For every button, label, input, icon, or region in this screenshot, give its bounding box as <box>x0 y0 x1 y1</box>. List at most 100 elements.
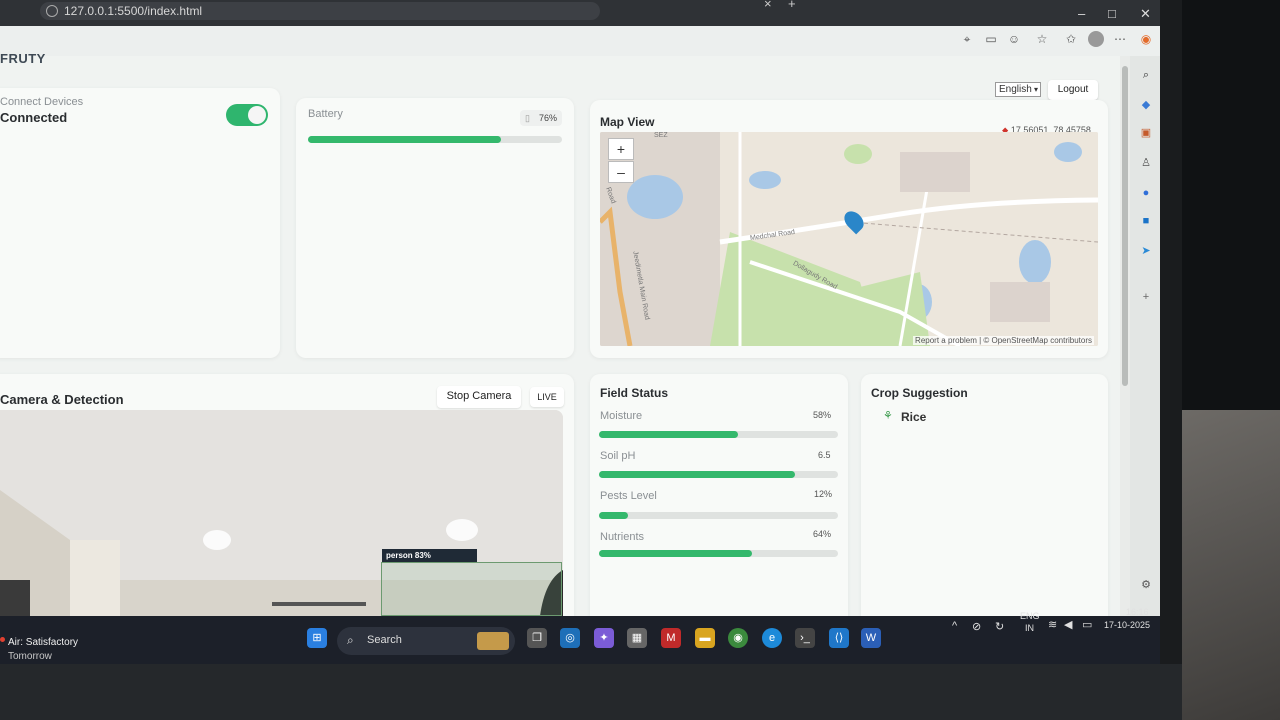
terminal-icon[interactable]: ›_ <box>795 628 815 648</box>
address-text: 127.0.0.1:5500/index.html <box>64 4 203 18</box>
dell-icon[interactable]: ◎ <box>560 628 580 648</box>
search-icon[interactable]: ⌕ <box>1139 68 1153 82</box>
volume-icon[interactable]: ◀ <box>1064 618 1072 631</box>
metric-label-moisture: Moisture <box>600 410 643 422</box>
games-icon[interactable]: ● <box>1139 186 1153 200</box>
sync-icon[interactable]: ↻ <box>995 620 1004 633</box>
file-explorer-icon[interactable]: ▬ <box>695 628 715 648</box>
battery-value: 76% <box>538 113 557 123</box>
chrome-icon[interactable]: ◉ <box>728 628 748 648</box>
site-info-icon[interactable] <box>46 5 58 17</box>
star-icon[interactable]: ☆ <box>1034 31 1050 47</box>
map-attribution[interactable]: Report a problem | © OpenStreetMap contr… <box>913 336 1094 345</box>
screen-bezel-bottom <box>0 664 1182 720</box>
weather-line1[interactable]: Air: Satisfactory <box>8 637 78 648</box>
edge-icon[interactable]: e <box>762 628 782 648</box>
tag-icon[interactable]: ◆ <box>1139 98 1153 112</box>
taskbar-search[interactable]: ⌕ Search <box>337 627 515 655</box>
close-tab-icon[interactable]: × <box>764 0 772 11</box>
favorites-icon[interactable]: ✩ <box>1063 31 1079 47</box>
clock-date[interactable]: 17-10-2025 <box>1104 620 1150 630</box>
minimize-icon[interactable]: – <box>1078 6 1085 21</box>
chevron-up-icon[interactable]: ^ <box>952 620 957 632</box>
stop-camera-button[interactable]: Stop Camera <box>437 386 521 408</box>
language-top[interactable]: ENG <box>1020 611 1040 621</box>
screen: 127.0.0.1:5500/index.html × + – □ ✕ ⌖ ▭ … <box>0 0 1160 664</box>
browser-tab-bar: 127.0.0.1:5500/index.html × + – □ ✕ <box>0 0 1160 26</box>
field-status-title: Field Status <box>600 386 669 400</box>
outlook-icon[interactable]: ■ <box>1139 214 1153 228</box>
location-icon[interactable]: ⌖ <box>959 31 975 47</box>
address-bar[interactable]: 127.0.0.1:5500/index.html <box>40 2 600 20</box>
map-canvas[interactable]: Medchal Road Dollagudy Road Jeedimetla M… <box>600 132 1098 346</box>
detection-box <box>381 562 562 616</box>
metric-label-soil-ph: Soil pH <box>600 450 636 462</box>
battery-tray-icon[interactable]: ▭ <box>1082 618 1092 631</box>
weather-alert-icon <box>0 637 5 642</box>
word-icon[interactable]: W <box>861 628 881 648</box>
emoji-icon[interactable]: ☺ <box>1006 31 1022 47</box>
field-status-card: Field Status Moisture 58% Soil pH 6.5 Pe… <box>590 374 848 634</box>
briefcase-icon[interactable]: ▣ <box>1139 126 1153 140</box>
language-value: English <box>999 84 1032 95</box>
clock-time[interactable]: 16:16 <box>1126 607 1149 617</box>
copilot-icon[interactable]: ◉ <box>1138 31 1154 47</box>
mute-mic-icon[interactable]: ⊘ <box>972 620 981 633</box>
metric-bar-soil-ph <box>599 471 838 478</box>
metric-value-nutrients: 64% <box>813 529 832 539</box>
logout-button[interactable]: Logout <box>1048 80 1098 100</box>
maximize-icon[interactable]: □ <box>1108 6 1116 21</box>
zoom-out-button[interactable]: – <box>608 161 634 183</box>
battery-card: Battery ▯ 76% <box>296 98 574 358</box>
more-icon[interactable]: ⋯ <box>1112 31 1128 47</box>
detection-label: person 83% <box>382 549 477 562</box>
wifi-icon[interactable]: ≋ <box>1048 618 1057 631</box>
cast-icon[interactable]: ▭ <box>983 31 999 47</box>
battery-icon: ▯ <box>525 113 530 123</box>
metric-bar-pests <box>599 512 838 519</box>
metric-value-moisture: 58% <box>813 410 832 420</box>
task-view-icon[interactable]: ❐ <box>527 628 547 648</box>
zoom-in-button[interactable]: + <box>608 138 634 160</box>
device-toggle[interactable] <box>226 104 268 126</box>
battery-badge: ▯ 76% <box>520 110 562 126</box>
language-select[interactable]: English ▾ <box>995 82 1041 97</box>
map-title: Map View <box>600 115 655 129</box>
profile-icon[interactable] <box>1088 31 1104 47</box>
sprout-icon: ⚘ <box>883 410 893 422</box>
browser-tab[interactable] <box>700 0 770 14</box>
crop-suggestion-value: Rice <box>901 410 927 424</box>
background-monitor <box>1182 0 1280 410</box>
weather-line2: Tomorrow <box>8 651 52 662</box>
metric-bar-nutrients <box>599 550 838 557</box>
map-tiles <box>600 132 1098 346</box>
chevron-down-icon: ▾ <box>1033 85 1038 94</box>
close-window-icon[interactable]: ✕ <box>1140 6 1151 22</box>
people-icon[interactable]: ♙ <box>1139 156 1153 170</box>
settings-icon[interactable]: ⚙ <box>1139 578 1153 592</box>
language-bottom[interactable]: IN <box>1025 623 1034 633</box>
battery-label: Battery <box>308 108 343 120</box>
new-tab-icon[interactable]: + <box>788 0 796 11</box>
metric-bar-fill <box>599 512 628 519</box>
page-scrollbar[interactable] <box>1122 66 1128 386</box>
search-label: Search <box>367 634 402 646</box>
windows-start-icon[interactable]: ⊞ <box>307 628 327 648</box>
store-icon[interactable]: ▦ <box>627 628 647 648</box>
add-icon[interactable]: + <box>1139 290 1153 304</box>
send-icon[interactable]: ➤ <box>1139 244 1153 258</box>
mcafee-icon[interactable]: M <box>661 628 681 648</box>
metric-value-pests: 12% <box>814 489 833 499</box>
live-badge: LIVE <box>530 387 564 407</box>
vscode-icon[interactable]: ⟨⟩ <box>829 628 849 648</box>
copilot-app-icon[interactable]: ✦ <box>594 628 614 648</box>
crop-suggestion-title: Crop Suggestion <box>871 386 968 400</box>
device-label: Connect Devices <box>0 96 84 108</box>
battery-bar <box>308 136 562 143</box>
screen-bezel-right <box>1160 0 1182 664</box>
metric-bar-moisture <box>599 431 838 438</box>
browser-sidebar <box>1130 56 1160 616</box>
metric-label-nutrients: Nutrients <box>600 531 645 543</box>
camera-title: Camera & Detection <box>0 392 124 407</box>
toggle-knob <box>248 106 266 124</box>
